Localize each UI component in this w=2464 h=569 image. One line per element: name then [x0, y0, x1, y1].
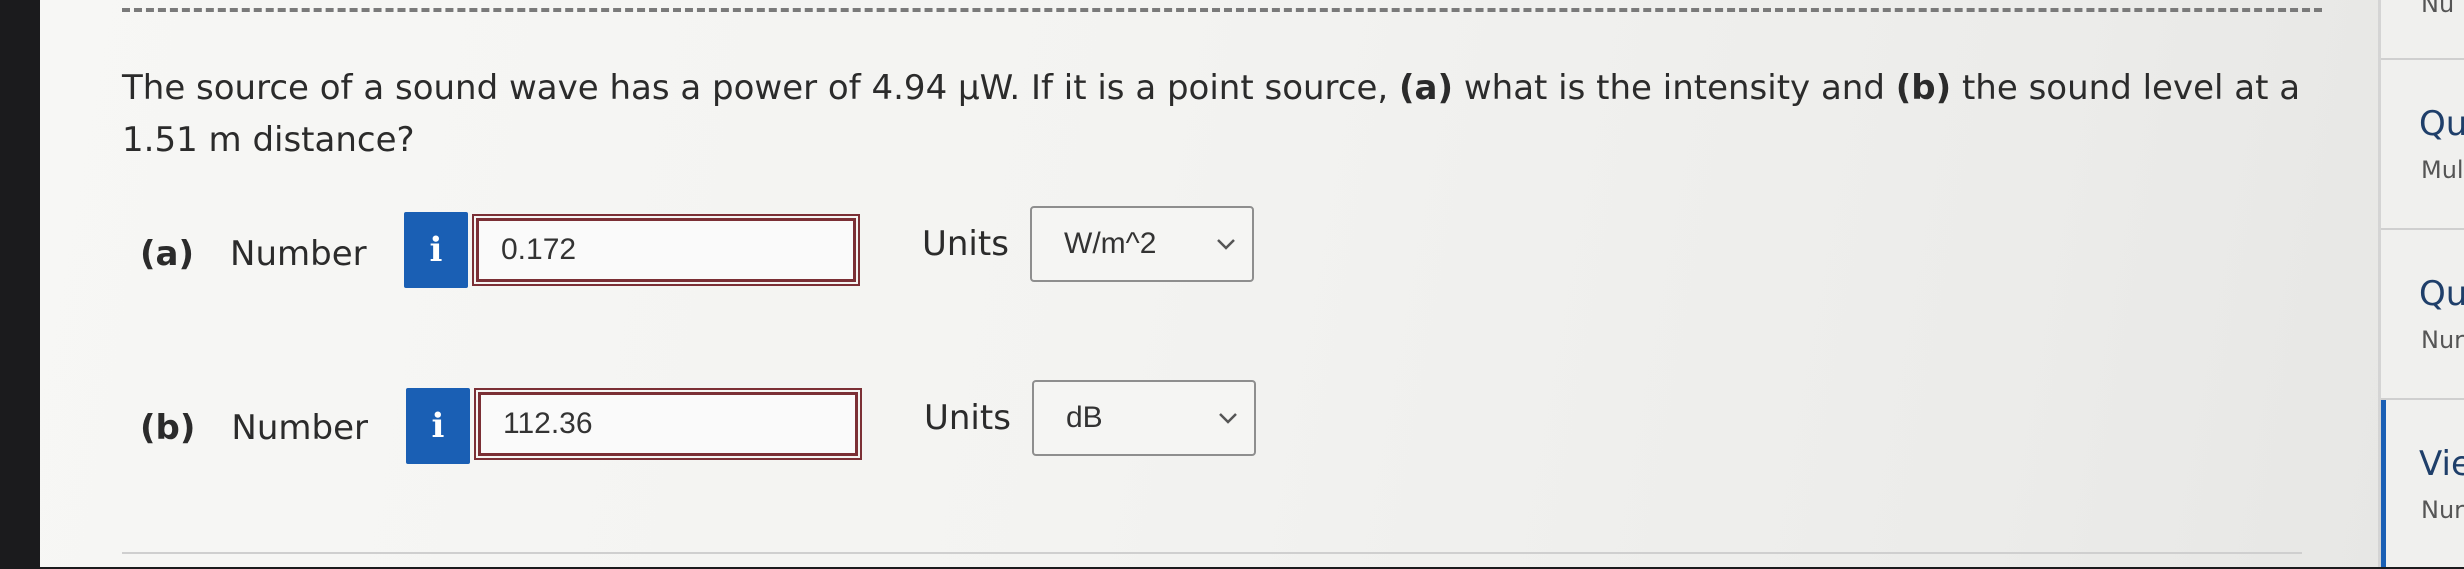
part-b-answer-input[interactable]	[474, 388, 862, 460]
question-text-part: The source of a sound wave has a power o…	[122, 68, 1400, 108]
part-b-label: (b) Number	[140, 408, 368, 448]
part-a-number-label: Number	[230, 234, 367, 274]
part-a-answer-input[interactable]	[472, 214, 860, 286]
question-text-part: what is the intensity and	[1453, 68, 1896, 108]
sidebar-item-title: Vie	[2419, 444, 2464, 484]
info-icon-glyph: i	[429, 230, 443, 270]
info-icon[interactable]: i	[404, 212, 468, 288]
part-b-units-select[interactable]: dB	[1032, 380, 1256, 456]
question-text: The source of a sound wave has a power o…	[122, 62, 2322, 166]
info-icon-glyph: i	[431, 406, 445, 446]
active-item-indicator	[2381, 400, 2386, 567]
sidebar-item-title: Qu	[2419, 274, 2464, 314]
part-b-units-value: dB	[1066, 401, 1103, 434]
part-a-label: (a) Number	[140, 234, 367, 274]
sidebar-item-question[interactable]: Qu Mul	[2381, 58, 2464, 230]
sidebar-top-partial: Nu	[2421, 0, 2455, 18]
part-b-marker: (b)	[140, 408, 196, 448]
divider	[122, 552, 2302, 554]
part-a-marker: (a)	[140, 234, 195, 274]
part-a-units-value: W/m^2	[1064, 227, 1157, 260]
sidebar-item-question[interactable]: Qu Nur	[2381, 228, 2464, 400]
assignment-page: The source of a sound wave has a power o…	[40, 0, 2464, 567]
sidebar-item-subtitle: Mul	[2421, 156, 2464, 184]
part-b-number-label: Number	[231, 408, 369, 448]
sidebar-item-question[interactable]: Vie Nur	[2381, 398, 2464, 569]
info-icon[interactable]: i	[406, 388, 470, 464]
question-part-b-marker: (b)	[1895, 68, 1952, 108]
part-a-units-select[interactable]: W/m^2	[1030, 206, 1254, 282]
sidebar-item-subtitle: Nur	[2421, 496, 2464, 524]
divider-dashed	[122, 0, 2322, 12]
sidebar-item-title: Qu	[2419, 104, 2464, 144]
question-part-a-marker: (a)	[1399, 68, 1454, 108]
part-b-units-label: Units	[924, 398, 1011, 438]
chevron-down-icon	[1217, 239, 1235, 250]
sidebar-item-subtitle: Nur	[2421, 326, 2464, 354]
chevron-down-icon	[1219, 413, 1237, 424]
part-a-units-label: Units	[922, 224, 1009, 264]
question-navigation-sidebar: Nu Qu Mul Qu Nur Vie Nur	[2378, 0, 2464, 567]
